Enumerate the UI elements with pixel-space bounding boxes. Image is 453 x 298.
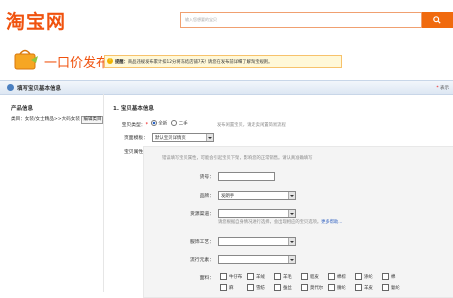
checkbox[interactable] bbox=[274, 273, 281, 280]
type-hint[interactable]: 发布闲置宝贝，请走卖闲置简易流程 bbox=[217, 122, 286, 128]
checkbox[interactable] bbox=[328, 284, 335, 291]
search-icon bbox=[433, 16, 441, 24]
craft-select[interactable] bbox=[218, 237, 296, 246]
fabric-option[interactable]: 莫代尔 bbox=[301, 284, 328, 291]
edit-icon bbox=[7, 84, 14, 91]
chevron-down-icon bbox=[206, 134, 213, 141]
product-info-title: 产品信息 bbox=[11, 106, 34, 112]
type-label: 宝贝类型：* bbox=[121, 123, 148, 128]
checkbox[interactable] bbox=[355, 273, 362, 280]
edit-category-button[interactable]: 编辑类目 bbox=[81, 116, 104, 124]
search-input[interactable]: 输入您想要的宝贝 bbox=[180, 12, 422, 28]
fabric-option[interactable]: 蚕丝 bbox=[274, 284, 301, 291]
template-select[interactable]: 默认宝贝详情页 bbox=[152, 133, 214, 142]
brand-label: 品牌： bbox=[199, 194, 214, 199]
model-input[interactable] bbox=[218, 172, 275, 181]
fabric-option[interactable]: 涤纶 bbox=[355, 273, 382, 280]
model-label: 货号： bbox=[199, 175, 214, 180]
template-label: 页面模板： bbox=[124, 136, 148, 141]
fabric-option[interactable]: 羊毛 bbox=[274, 273, 301, 280]
fabric-option[interactable]: 腈纶 bbox=[328, 284, 355, 291]
form-heading: 1. 宝贝基本信息 bbox=[113, 106, 154, 112]
required-legend: * 表示 bbox=[436, 85, 449, 91]
taobao-logo[interactable]: 淘宝网 bbox=[6, 7, 66, 34]
category-value: 女装/女士精品>>大码女装 bbox=[24, 117, 80, 122]
origin-label: 货源渠道： bbox=[190, 212, 214, 217]
checkbox[interactable] bbox=[247, 284, 254, 291]
page-title: 一口价发布 bbox=[44, 56, 110, 71]
chevron-down-icon bbox=[288, 210, 295, 217]
brand-value: 发朗手 bbox=[221, 194, 235, 199]
category-info: 类目：女装/女士精品>>大码女装 编辑类目 bbox=[11, 116, 107, 124]
more-help-link[interactable]: 更多帮助... bbox=[321, 220, 342, 225]
type-used-radio[interactable] bbox=[171, 120, 178, 126]
brand-select[interactable]: 发朗手 bbox=[218, 191, 296, 200]
fabric-option[interactable]: 羊皮 bbox=[355, 284, 382, 291]
fabric-option[interactable]: 氨纶 bbox=[382, 284, 400, 291]
fabric-option[interactable]: 麻 bbox=[220, 284, 247, 291]
checkbox[interactable] bbox=[301, 284, 308, 291]
type-radio-group: 全新 二手 bbox=[151, 120, 188, 127]
search-button[interactable] bbox=[422, 12, 453, 28]
type-new-label: 全新 bbox=[158, 121, 168, 127]
fabric-option[interactable]: 棉 bbox=[382, 273, 396, 280]
style-label: 流行元素： bbox=[190, 258, 214, 263]
fabric-label: 面料： bbox=[199, 276, 214, 281]
checkbox[interactable] bbox=[301, 273, 308, 280]
checkbox[interactable] bbox=[355, 284, 362, 291]
chevron-down-icon bbox=[288, 238, 295, 245]
fabric-option[interactable]: 棉棕 bbox=[328, 273, 355, 280]
notice-label: 提醒： bbox=[115, 60, 128, 65]
section-header: 填写宝贝基本信息 * 表示 bbox=[0, 80, 453, 95]
fabric-option[interactable]: 羊绒 bbox=[247, 273, 274, 280]
chevron-down-icon bbox=[288, 192, 295, 199]
search-placeholder: 输入您想要的宝贝 bbox=[185, 17, 217, 22]
style-select[interactable] bbox=[218, 255, 296, 264]
chevron-down-icon bbox=[288, 256, 295, 263]
checkbox[interactable] bbox=[220, 273, 227, 280]
checkbox[interactable] bbox=[274, 284, 281, 291]
rules-notice: ! 提醒：商品违规发布累计扣12分将冻结店铺7天! 请您在发布前详细了解淘宝规则… bbox=[104, 55, 342, 68]
fabric-option[interactable]: 雪纺 bbox=[247, 284, 274, 291]
origin-select[interactable] bbox=[218, 209, 296, 218]
info-icon: ! bbox=[107, 58, 113, 64]
fabric-options-row-1: 牛仔布 羊绒 羊毛 貂皮 棉棕 涤纶棉 bbox=[220, 273, 396, 280]
template-value: 默认宝贝详情页 bbox=[155, 136, 186, 141]
notice-text: 商品违规发布累计扣12分将冻结店铺7天! 请您在发布前详细了解淘宝规则。 bbox=[127, 60, 273, 65]
checkbox[interactable] bbox=[220, 284, 227, 291]
category-label: 类目： bbox=[11, 117, 25, 122]
checkbox[interactable] bbox=[382, 273, 389, 280]
craft-label: 服饰工艺： bbox=[190, 240, 214, 245]
checkbox[interactable] bbox=[247, 273, 254, 280]
checkbox[interactable] bbox=[382, 284, 389, 291]
publish-bag-icon bbox=[12, 48, 40, 70]
props-hint: 错误填写宝贝属性，可能会引起宝贝下架，影响您的正常销售。请认真准确填写 bbox=[162, 156, 313, 161]
checkbox[interactable] bbox=[328, 273, 335, 280]
fabric-option[interactable]: 牛仔布 bbox=[220, 273, 247, 280]
fabric-options-row-2: 麻雪纺 蚕丝 莫代尔 腈纶 羊皮 氨纶 bbox=[220, 284, 400, 291]
type-used-label: 二手 bbox=[178, 121, 188, 127]
origin-hint: 请您根据自身情况进行选择，会出现相应的宝贝选项。更多帮助... bbox=[218, 220, 343, 225]
type-new-radio[interactable] bbox=[151, 120, 157, 126]
section-title: 填写宝贝基本信息 bbox=[17, 86, 62, 92]
fabric-option[interactable]: 貂皮 bbox=[301, 273, 328, 280]
